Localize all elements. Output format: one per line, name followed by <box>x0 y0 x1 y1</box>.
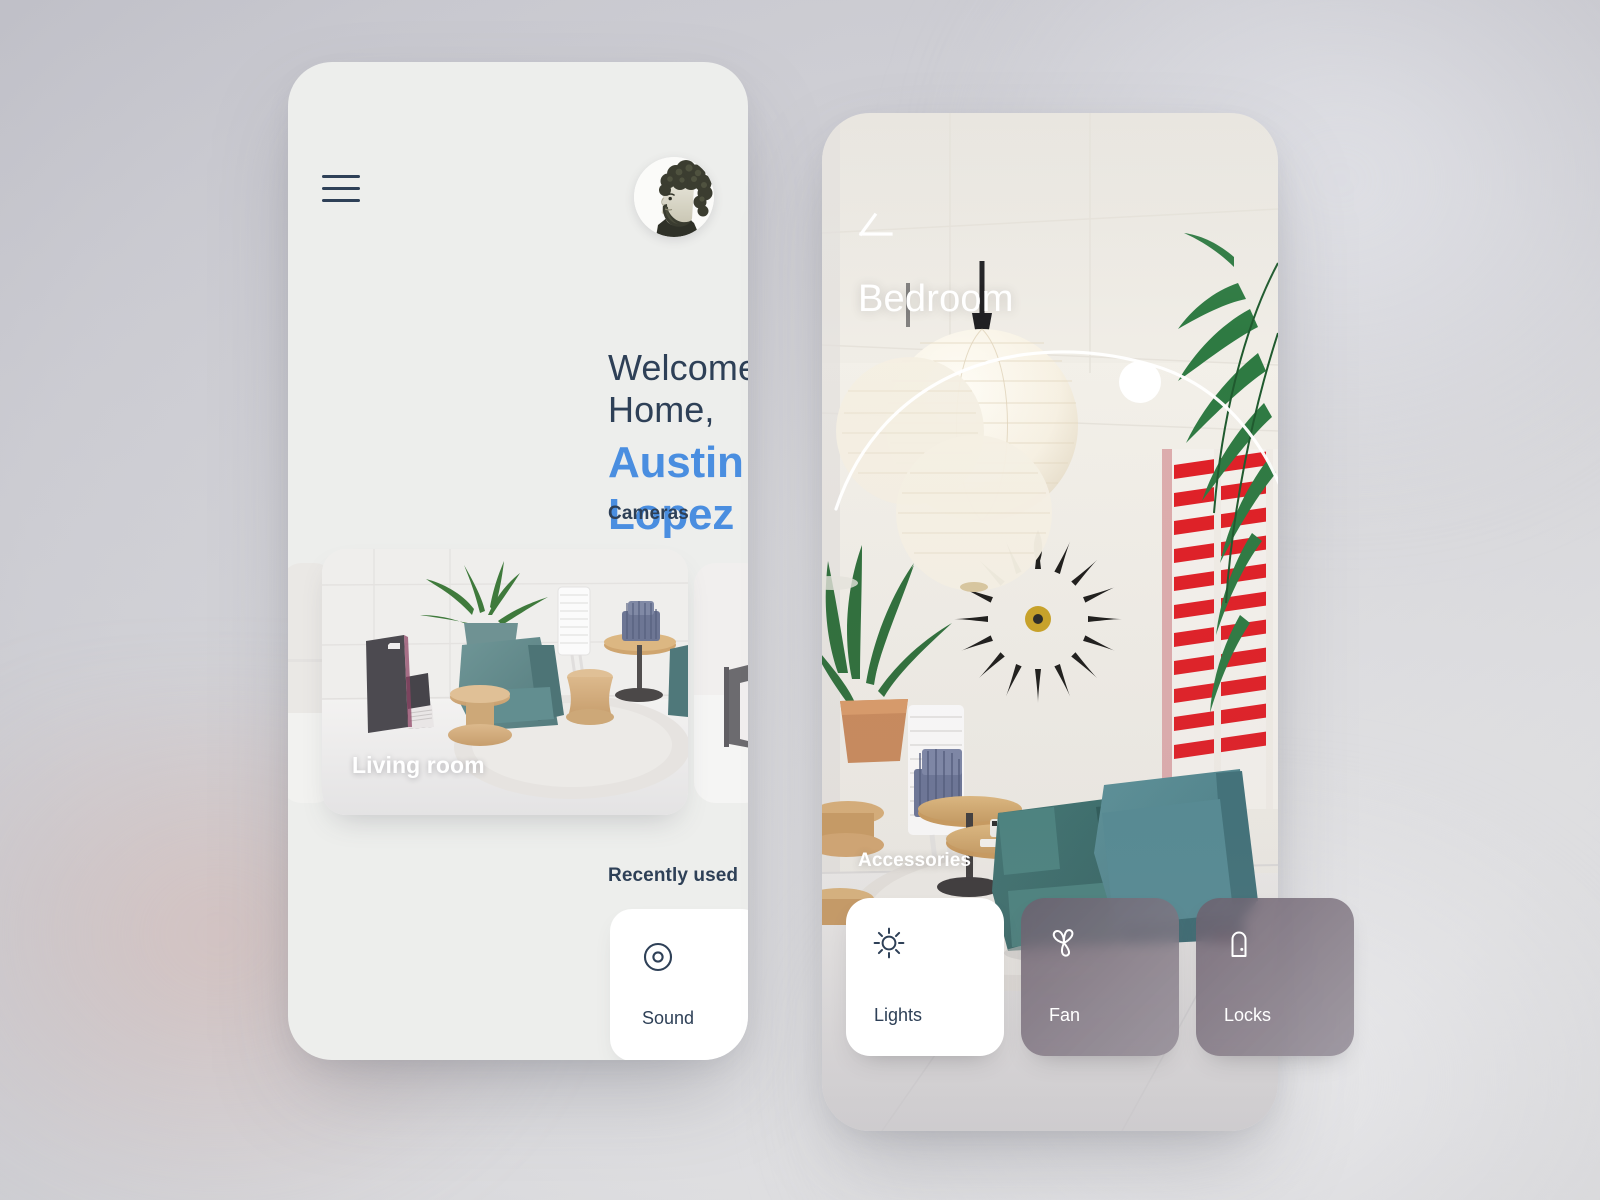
lock-door-icon <box>1231 931 1247 957</box>
recently-used-tile-label: Sound <box>642 1008 695 1028</box>
camera-card-label: Living room <box>352 752 485 778</box>
camera-card-peek-right[interactable] <box>694 563 748 803</box>
recently-used-section-title: Recently used <box>608 865 739 886</box>
background-vignette <box>0 0 1600 1200</box>
camera-card-living-room[interactable]: Living room <box>322 549 688 815</box>
accessory-card-locks[interactable]: Locks <box>1196 898 1354 1056</box>
cameras-section-title: Cameras <box>608 503 689 524</box>
room-title: Bedroom <box>858 278 1014 320</box>
accessories-section-title: Accessories <box>858 850 972 871</box>
accessory-card-label: Lights <box>874 1005 923 1025</box>
hamburger-menu-icon[interactable] <box>322 175 360 203</box>
home-screen-phone: Welcome Home, Austin Lopez Cameras Livin… <box>288 62 748 1060</box>
home-top-bar <box>322 157 714 237</box>
lights-sun-icon <box>873 927 905 959</box>
fan-propeller-icon <box>1052 929 1074 957</box>
back-arrow-icon[interactable] <box>857 210 895 238</box>
recently-used-tile-sound[interactable]: Sound <box>610 909 748 1060</box>
accessory-card-lights[interactable]: Lights <box>846 898 1004 1056</box>
recently-used-carousel[interactable]: Sound Wi-Fi Air <box>288 909 748 1060</box>
welcome-greeting: Welcome Home, <box>608 347 748 430</box>
cameras-carousel[interactable]: Living room <box>288 549 748 817</box>
accessory-card-label: Locks <box>1224 1005 1272 1025</box>
accessory-card-label: Fan <box>1049 1005 1081 1025</box>
avatar[interactable] <box>634 157 714 237</box>
sound-target-icon <box>643 942 673 972</box>
camera-peek-thumbnail-right <box>694 563 748 803</box>
user-name: Austin Lopez <box>608 437 744 540</box>
accessory-card-fan[interactable]: Fan <box>1021 898 1179 1056</box>
user-avatar-portrait <box>634 157 714 237</box>
